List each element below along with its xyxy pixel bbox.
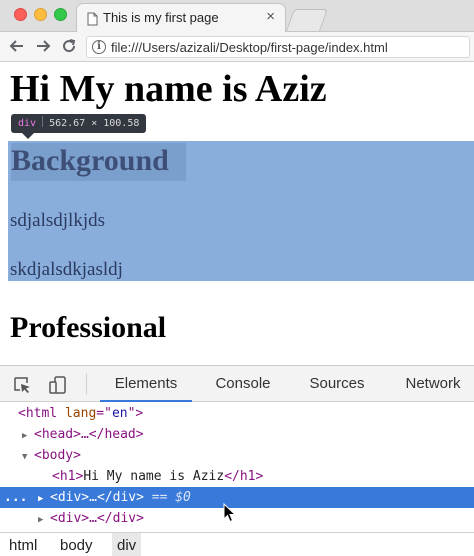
paragraph-1: sdjalsdjlkjds [10,210,106,231]
tab-sources[interactable]: Sources [297,366,377,402]
h1-close-tag: </h1> [224,469,264,484]
browser-toolbar: i file:///Users/azizali/Desktop/first-pa… [0,32,474,62]
inspect-element-icon[interactable] [12,375,32,395]
tooltip-tag: div [18,118,37,129]
dom-node-h1[interactable]: <h1>Hi My name is Aziz</h1> [0,466,474,487]
dom-node-div-selected[interactable]: ... ▶ <div>…</div> == $0 [0,487,474,508]
breadcrumb: html body div [0,532,474,556]
tab-close-icon[interactable]: × [266,9,275,25]
div-tag: <div>…</div> [50,511,144,526]
address-bar[interactable]: i file:///Users/azizali/Desktop/first-pa… [86,36,470,58]
tab-title: This is my first page [103,10,219,25]
inspect-tooltip: div 562.67 × 100.58 [11,114,147,133]
device-toolbar-icon[interactable] [48,375,68,395]
tooltip-arrow [22,133,34,139]
html-tag-close: "> [127,406,144,421]
breadcrumb-body[interactable]: body [55,533,98,556]
devtools-toolbar: Elements Console Sources Network [0,366,474,402]
devtools-panel: Elements Console Sources Network <html l… [0,365,474,556]
breadcrumb-html[interactable]: html [4,533,42,556]
h1-open-tag: <h1> [52,469,84,484]
info-icon[interactable]: i [92,40,106,54]
tab-elements[interactable]: Elements [100,366,192,402]
h1-text: Hi My name is Aziz [83,469,225,484]
tooltip-separator [42,116,44,127]
selected-marker: == $0 [143,490,191,505]
page-viewport: Hi My name is Aziz Background sdjalsdjlk… [0,63,474,365]
expand-triangle-icon[interactable]: ▶ [22,426,34,447]
tab-console[interactable]: Console [204,366,282,402]
dom-node-div[interactable]: ▶ <div>…</div> [0,508,474,528]
back-arrow-icon[interactable] [8,38,26,56]
close-window-button[interactable] [14,8,27,21]
html-attr-eq: =" [96,406,112,421]
background-heading: Background [11,144,169,177]
expand-triangle-icon[interactable]: ▶ [38,489,50,510]
mouse-cursor-icon [223,503,237,523]
browser-tab-bar: This is my first page × [0,0,474,33]
head-tag: <head>…</head> [34,427,144,442]
dom-tree: <html lang="en"> ▶ <head>…</head> ▼ <body>… [0,403,474,528]
expand-triangle-icon[interactable]: ▶ [38,510,50,528]
collapse-triangle-icon[interactable]: ▼ [22,447,34,468]
forward-arrow-icon[interactable] [34,38,52,56]
url-text[interactable]: file:///Users/azizali/Desktop/first-page… [111,40,388,55]
tab-network[interactable]: Network [392,366,474,402]
tooltip-dimensions: 562.67 × 100.58 [49,118,140,129]
dom-node-body[interactable]: ▼ <body> [0,445,474,466]
html-tag: <html [18,406,65,421]
maximize-window-button[interactable] [54,8,67,21]
html-lang-value: en [111,406,128,421]
paragraph-2: skdjalsdkjasldj [10,259,123,280]
reload-icon[interactable] [60,38,78,56]
more-actions-icon[interactable]: ... [4,487,27,508]
document-icon [87,12,98,26]
div-tag: <div>…</div> [50,490,144,505]
html-lang-attr: lang [64,406,97,421]
dom-node-html[interactable]: <html lang="en"> [0,403,474,424]
minimize-window-button[interactable] [34,8,47,21]
body-tag: <body> [34,448,81,463]
breadcrumb-div[interactable]: div [112,533,142,556]
professional-heading: Professional [10,311,167,344]
toolbar-divider [86,374,87,394]
new-tab-button[interactable] [285,9,329,31]
dom-node-head[interactable]: ▶ <head>…</head> [0,424,474,445]
page-heading: Hi My name is Aziz [10,68,327,110]
browser-tab[interactable]: This is my first page × [76,3,286,33]
